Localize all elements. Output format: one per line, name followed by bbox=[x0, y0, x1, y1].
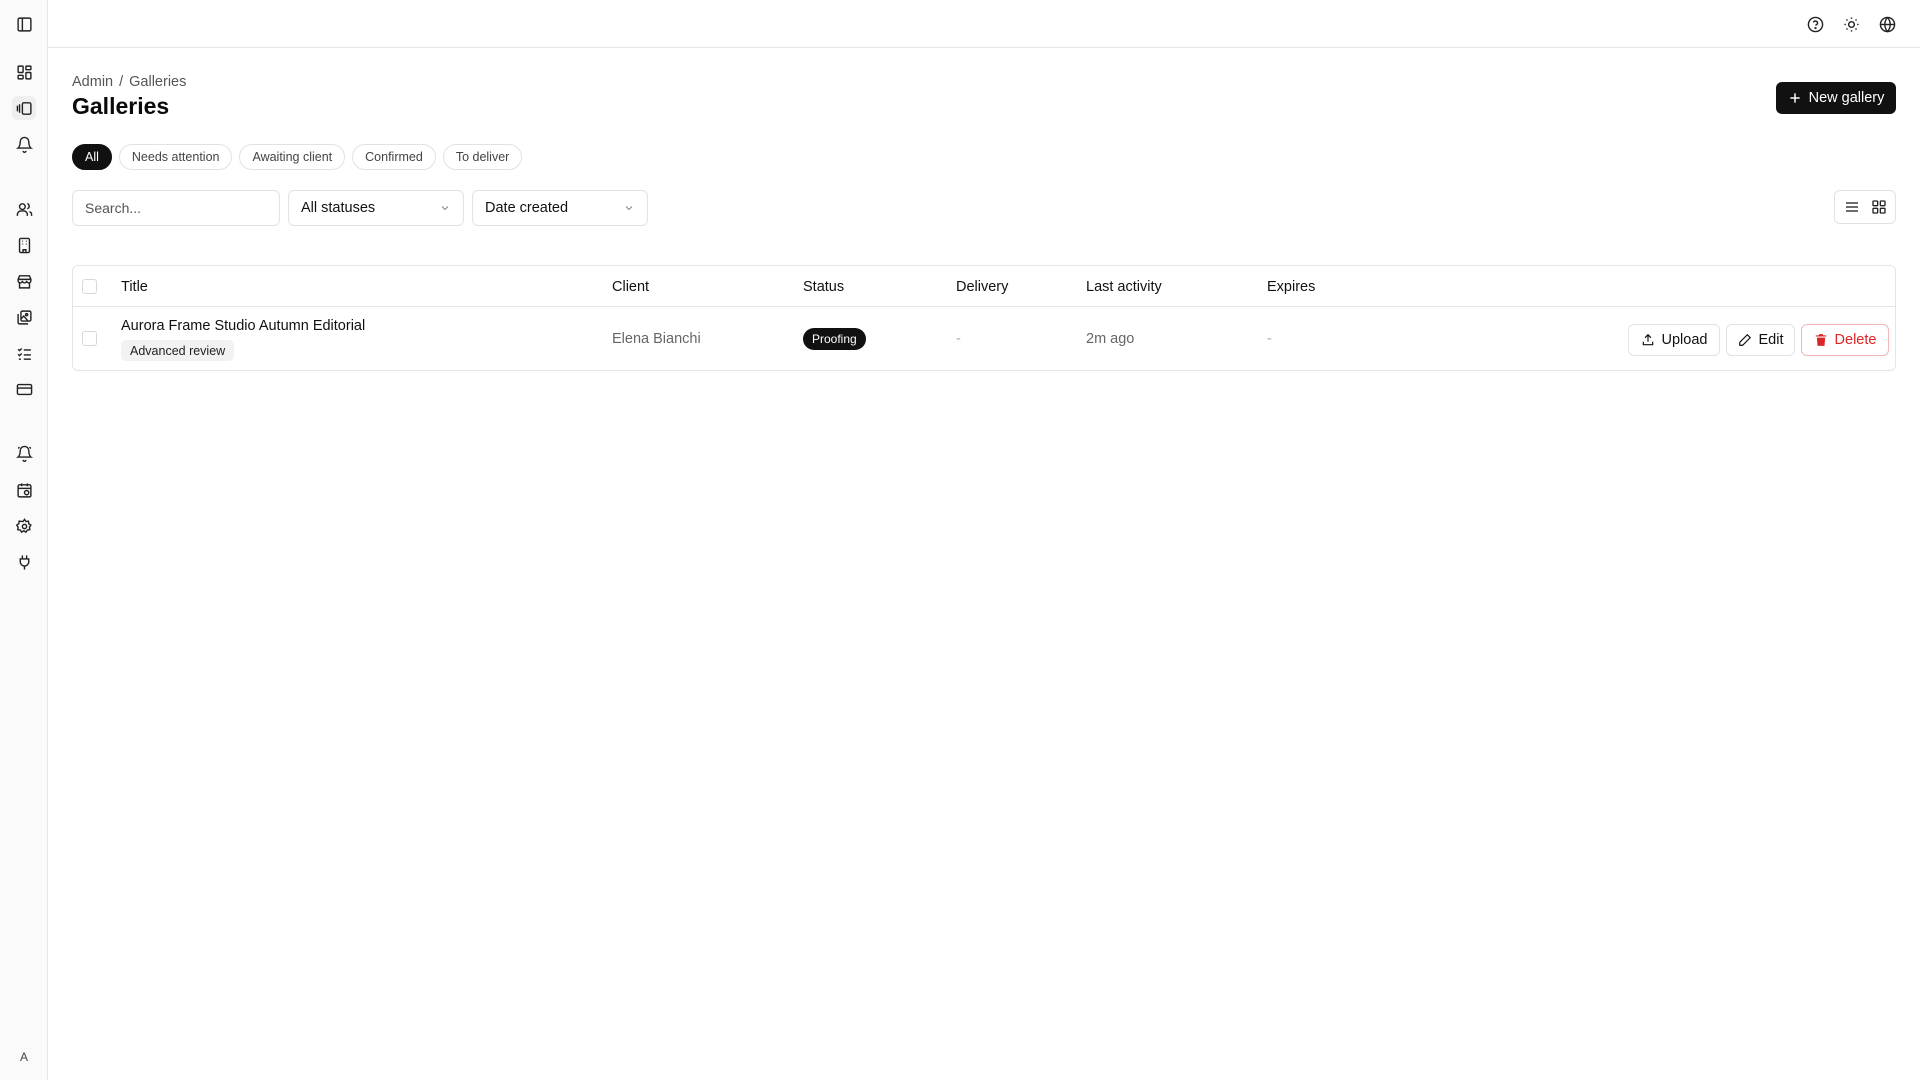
filter-chip-to-deliver[interactable]: To deliver bbox=[442, 144, 523, 170]
galleries-table: Title Client Status Delivery Last activi… bbox=[72, 265, 1896, 371]
column-header-last-activity[interactable]: Last activity bbox=[1086, 279, 1162, 295]
help-icon[interactable] bbox=[1803, 12, 1827, 36]
delete-label: Delete bbox=[1834, 332, 1877, 348]
filter-chip-all[interactable]: All bbox=[72, 144, 112, 170]
breadcrumb-root[interactable]: Admin bbox=[72, 74, 113, 90]
filter-chip-confirmed[interactable]: Confirmed bbox=[352, 144, 436, 170]
trash-icon bbox=[1815, 334, 1826, 346]
column-header-client[interactable]: Client bbox=[612, 279, 649, 295]
delivery-value: - bbox=[956, 331, 961, 347]
sidebar-item-store[interactable] bbox=[12, 269, 36, 293]
sidebar-toggle-icon[interactable] bbox=[12, 12, 36, 36]
sidebar-item-tasks[interactable] bbox=[12, 341, 36, 365]
status-select[interactable]: All statuses bbox=[288, 190, 464, 226]
filter-chip-awaiting-client[interactable]: Awaiting client bbox=[239, 144, 346, 170]
filter-chip-needs-attention[interactable]: Needs attention bbox=[118, 144, 233, 170]
sidebar: A bbox=[0, 0, 48, 1080]
breadcrumb-separator: / bbox=[119, 74, 124, 90]
edit-button[interactable]: Edit bbox=[1726, 324, 1795, 356]
upload-icon bbox=[1642, 333, 1653, 346]
sidebar-item-clients[interactable] bbox=[12, 197, 36, 221]
view-toggle bbox=[1834, 190, 1896, 224]
sort-select-value: Date created bbox=[485, 200, 569, 216]
breadcrumb-current: Galleries bbox=[129, 74, 187, 90]
sidebar-item-billing[interactable] bbox=[12, 377, 36, 401]
sidebar-item-settings[interactable] bbox=[12, 514, 36, 538]
column-header-expires[interactable]: Expires bbox=[1267, 279, 1315, 295]
sidebar-item-notifications[interactable] bbox=[12, 132, 36, 156]
client-name: Elena Bianchi bbox=[612, 331, 701, 347]
sidebar-item-galleries[interactable] bbox=[12, 96, 36, 120]
status-select-value: All statuses bbox=[301, 200, 376, 216]
page-title: Galleries bbox=[72, 93, 170, 119]
search-placeholder: Search... bbox=[85, 200, 142, 216]
new-gallery-label: New gallery bbox=[1808, 90, 1885, 106]
upload-label: Upload bbox=[1661, 332, 1708, 348]
pencil-icon bbox=[1738, 333, 1751, 346]
sun-icon[interactable] bbox=[1839, 12, 1863, 36]
gallery-title[interactable]: Aurora Frame Studio Autumn Editorial bbox=[121, 318, 365, 334]
plus-icon bbox=[1789, 93, 1800, 103]
column-header-status[interactable]: Status bbox=[803, 279, 844, 295]
gallery-tag: Advanced review bbox=[121, 340, 235, 361]
list-view-icon[interactable] bbox=[1839, 194, 1865, 220]
sidebar-item-dashboard[interactable] bbox=[12, 60, 36, 84]
sidebar-item-photos[interactable] bbox=[12, 305, 36, 329]
row-checkbox[interactable] bbox=[82, 331, 97, 346]
sidebar-item-alerts[interactable] bbox=[12, 441, 36, 465]
filter-chips: All Needs attention Awaiting client Conf… bbox=[72, 144, 523, 170]
sidebar-item-schedule[interactable] bbox=[12, 478, 36, 502]
delete-button[interactable]: Delete bbox=[1801, 324, 1889, 356]
chevron-down-icon bbox=[441, 206, 449, 211]
sidebar-item-integrations[interactable] bbox=[12, 550, 36, 574]
last-activity-value: 2m ago bbox=[1086, 331, 1135, 347]
upload-button[interactable]: Upload bbox=[1628, 324, 1720, 356]
table-header: Title Client Status Delivery Last activi… bbox=[73, 266, 1895, 307]
status-badge: Proofing bbox=[803, 328, 866, 350]
globe-icon[interactable] bbox=[1875, 12, 1899, 36]
chevron-down-icon bbox=[625, 206, 633, 211]
breadcrumb: Admin / Galleries bbox=[72, 74, 186, 90]
search-input[interactable]: Search... bbox=[72, 190, 280, 226]
topbar bbox=[48, 0, 1920, 48]
expires-value: - bbox=[1267, 331, 1272, 347]
column-header-delivery[interactable]: Delivery bbox=[956, 279, 1008, 295]
column-header-title[interactable]: Title bbox=[121, 279, 148, 295]
sidebar-item-studios[interactable] bbox=[12, 233, 36, 257]
edit-label: Edit bbox=[1758, 332, 1784, 348]
new-gallery-button[interactable]: New gallery bbox=[1776, 82, 1896, 114]
grid-view-icon[interactable] bbox=[1866, 194, 1892, 220]
select-all-checkbox[interactable] bbox=[82, 279, 97, 294]
avatar[interactable]: A bbox=[10, 1043, 38, 1071]
sort-select[interactable]: Date created bbox=[472, 190, 648, 226]
